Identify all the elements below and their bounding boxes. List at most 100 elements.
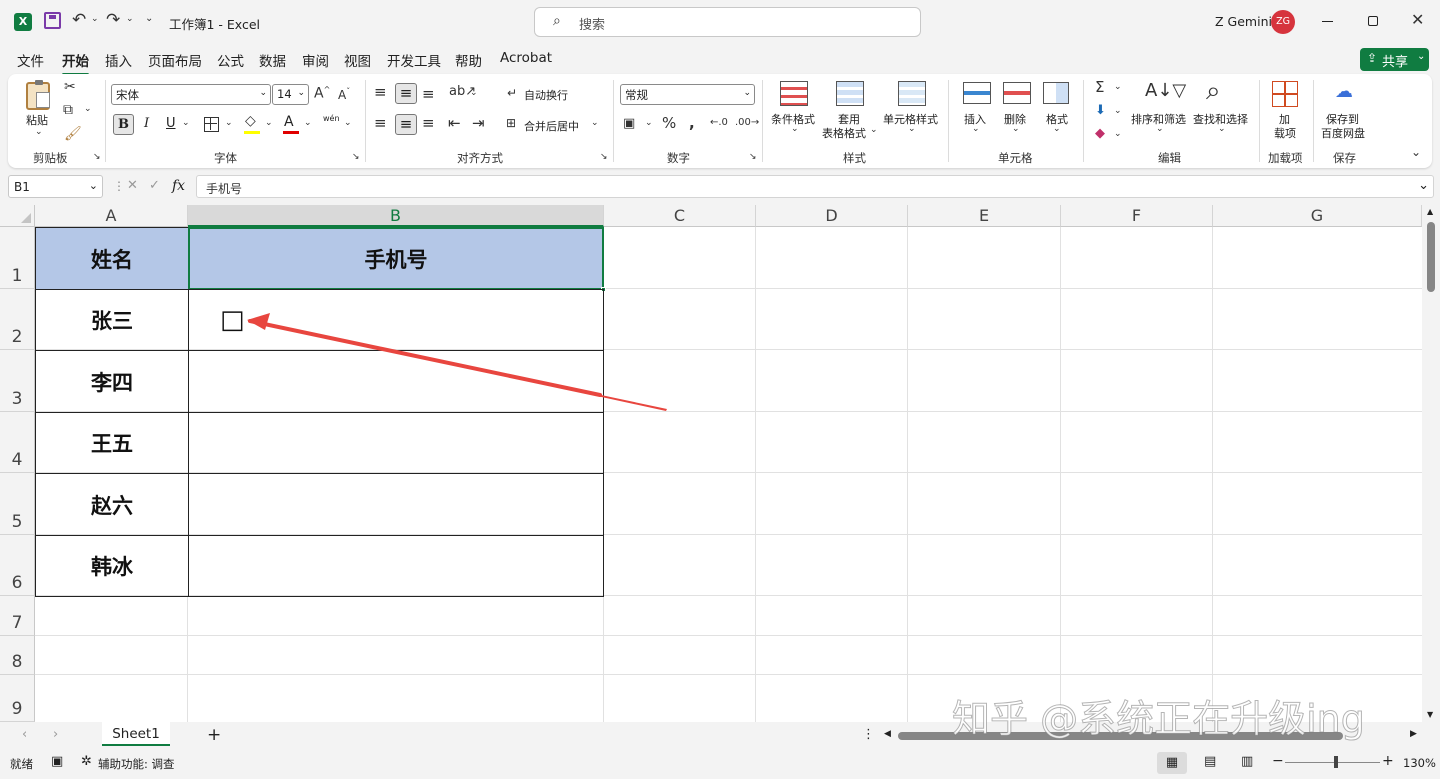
align-bottom-icon[interactable]: ≡ <box>422 87 435 102</box>
chevron-down-icon[interactable]: ⌄ <box>972 125 980 134</box>
undo-icon[interactable]: ↶ <box>72 12 86 29</box>
copy-dropdown-icon[interactable]: ⌄ <box>84 105 92 114</box>
increase-indent-icon[interactable]: ⇥ <box>472 116 485 131</box>
accounting-format-icon[interactable]: ▣ <box>623 117 635 130</box>
zoom-slider-thumb[interactable] <box>1334 756 1338 768</box>
merge-center-button[interactable]: 合并后居中 <box>524 118 579 134</box>
menu-home[interactable]: 开始 <box>62 50 89 76</box>
fill-dropdown-icon[interactable]: ⌄ <box>265 119 273 128</box>
decrease-indent-icon[interactable]: ⇤ <box>448 116 461 131</box>
chevron-down-icon[interactable]: ⌄ <box>1156 125 1164 134</box>
paste-dropdown-icon[interactable]: ⌄ <box>35 128 43 137</box>
sort-filter-icon[interactable]: A↓▽ <box>1145 82 1186 100</box>
menu-page-layout[interactable]: 页面布局 <box>148 50 202 70</box>
decrease-font-icon[interactable]: Aˇ <box>338 88 350 102</box>
align-right-icon[interactable]: ≡ <box>422 116 435 131</box>
formula-dots-icon[interactable]: ⋮ <box>113 179 125 193</box>
baidu-cloud-icon[interactable]: ☁ <box>1335 83 1353 101</box>
align-middle-icon[interactable]: ≡ <box>395 83 417 104</box>
menu-view[interactable]: 视图 <box>344 50 371 70</box>
addins-icon[interactable] <box>1272 81 1298 107</box>
vertical-scrollbar-track[interactable]: ▲ ▼ <box>1422 205 1440 722</box>
sheet-tab-sheet1[interactable]: Sheet1 <box>102 722 170 746</box>
align-center-icon[interactable]: ≡ <box>395 114 417 135</box>
clear-dropdown-icon[interactable]: ⌄ <box>1114 130 1122 139</box>
bold-button[interactable]: B <box>113 114 134 135</box>
autosum-icon[interactable]: Σ <box>1095 80 1104 95</box>
page-break-view-icon[interactable]: ▥ <box>1241 754 1253 769</box>
number-launcher-icon[interactable]: ↘ <box>749 153 757 162</box>
menu-developer[interactable]: 开发工具 <box>387 50 441 70</box>
zoom-slider[interactable] <box>1285 756 1380 768</box>
scroll-down-icon[interactable]: ▼ <box>1427 710 1433 719</box>
minimize-icon[interactable] <box>1322 21 1333 22</box>
paste-icon[interactable] <box>26 80 50 110</box>
chevron-down-icon[interactable]: ⌄ <box>870 126 878 135</box>
vertical-scroll-thumb[interactable] <box>1427 222 1435 292</box>
format-as-table-line2[interactable]: 表格格式 <box>822 125 866 141</box>
autosum-dropdown-icon[interactable]: ⌄ <box>1114 83 1122 92</box>
find-select-icon[interactable]: ⌕ <box>1206 78 1221 104</box>
conditional-format-icon[interactable] <box>780 81 808 106</box>
merge-dropdown-icon[interactable]: ⌄ <box>591 119 599 128</box>
customize-toolbar-icon[interactable]: ⌄ <box>145 14 153 24</box>
comma-style-icon[interactable]: , <box>689 116 695 131</box>
scroll-up-icon[interactable]: ▲ <box>1427 207 1433 216</box>
close-icon[interactable]: ✕ <box>1411 12 1424 28</box>
borders-icon[interactable] <box>204 117 219 132</box>
next-sheet-icon[interactable]: › <box>53 727 58 742</box>
accessibility-status[interactable]: 辅助功能: 调查 <box>98 756 175 772</box>
save-icon[interactable] <box>44 12 61 29</box>
macro-record-icon[interactable]: ▣ <box>51 754 63 769</box>
zoom-out-icon[interactable]: − <box>1272 753 1284 769</box>
number-format-select[interactable]: 常规 ⌄ <box>620 84 755 105</box>
cell-styles-icon[interactable] <box>898 81 926 106</box>
format-cells-icon[interactable] <box>1043 82 1069 104</box>
search-box[interactable]: ⌕ 搜索 <box>534 7 921 37</box>
accessibility-icon[interactable]: ✲ <box>81 754 92 769</box>
align-left-icon[interactable]: ≡ <box>374 116 387 131</box>
collapse-ribbon-icon[interactable]: ⌄ <box>1411 146 1421 158</box>
menu-help[interactable]: 帮助 <box>455 50 482 70</box>
wrap-text-icon[interactable]: ↵ <box>507 87 517 99</box>
chevron-down-icon[interactable]: ⌄ <box>1218 125 1226 134</box>
align-top-icon[interactable]: ≡ <box>374 85 387 100</box>
save-baidu-line2[interactable]: 百度网盘 <box>1321 125 1365 141</box>
avatar[interactable]: ZG <box>1271 10 1295 34</box>
zoom-level[interactable]: 130% <box>1403 756 1436 770</box>
italic-button[interactable]: I <box>144 116 149 131</box>
scroll-right-icon[interactable]: ▶ <box>1410 729 1417 739</box>
wrap-text-button[interactable]: 自动换行 <box>524 87 568 103</box>
insert-function-icon[interactable]: fx <box>172 178 185 194</box>
copy-icon[interactable]: ⧉ <box>63 103 73 117</box>
name-box[interactable]: B1 ⌄ <box>8 175 103 198</box>
fill-icon[interactable]: ⬇ <box>1095 104 1106 117</box>
menu-file[interactable]: 文件 <box>17 50 44 70</box>
menu-data[interactable]: 数据 <box>259 50 286 70</box>
increase-font-icon[interactable]: A^ <box>314 86 330 101</box>
increase-decimal-icon[interactable]: ←.0 <box>710 118 728 128</box>
addins-line2[interactable]: 载项 <box>1274 125 1296 141</box>
chevron-down-icon[interactable]: ⌄ <box>908 125 916 134</box>
font-launcher-icon[interactable]: ↘ <box>352 153 360 162</box>
prev-sheet-icon[interactable]: ‹ <box>22 727 27 742</box>
tab-splitter-icon[interactable]: ⋮ <box>862 727 875 742</box>
menu-formulas[interactable]: 公式 <box>217 50 244 70</box>
redo-dropdown-icon[interactable]: ⌄ <box>126 15 134 24</box>
zoom-in-icon[interactable]: + <box>1382 753 1394 769</box>
fill-color-icon[interactable]: ◇ <box>245 114 256 128</box>
underline-dropdown-icon[interactable]: ⌄ <box>182 119 190 128</box>
insert-cells-icon[interactable] <box>963 82 991 104</box>
paste-button[interactable]: 粘贴 <box>26 112 48 128</box>
font-color-dropdown-icon[interactable]: ⌄ <box>304 119 312 128</box>
share-button[interactable]: ⇪ 共享 ⌄ <box>1360 48 1429 71</box>
percent-icon[interactable]: % <box>662 116 676 131</box>
restore-icon[interactable] <box>1368 16 1378 26</box>
decrease-decimal-icon[interactable]: .00→ <box>735 118 759 128</box>
delete-cells-icon[interactable] <box>1003 82 1031 104</box>
normal-view-button[interactable]: ▦ <box>1157 752 1187 774</box>
format-as-table-icon[interactable] <box>836 81 864 106</box>
font-size-select[interactable]: 14 ⌄ <box>272 84 309 105</box>
fill-dropdown-icon[interactable]: ⌄ <box>1114 107 1122 116</box>
clear-icon[interactable]: ◆ <box>1095 127 1105 140</box>
